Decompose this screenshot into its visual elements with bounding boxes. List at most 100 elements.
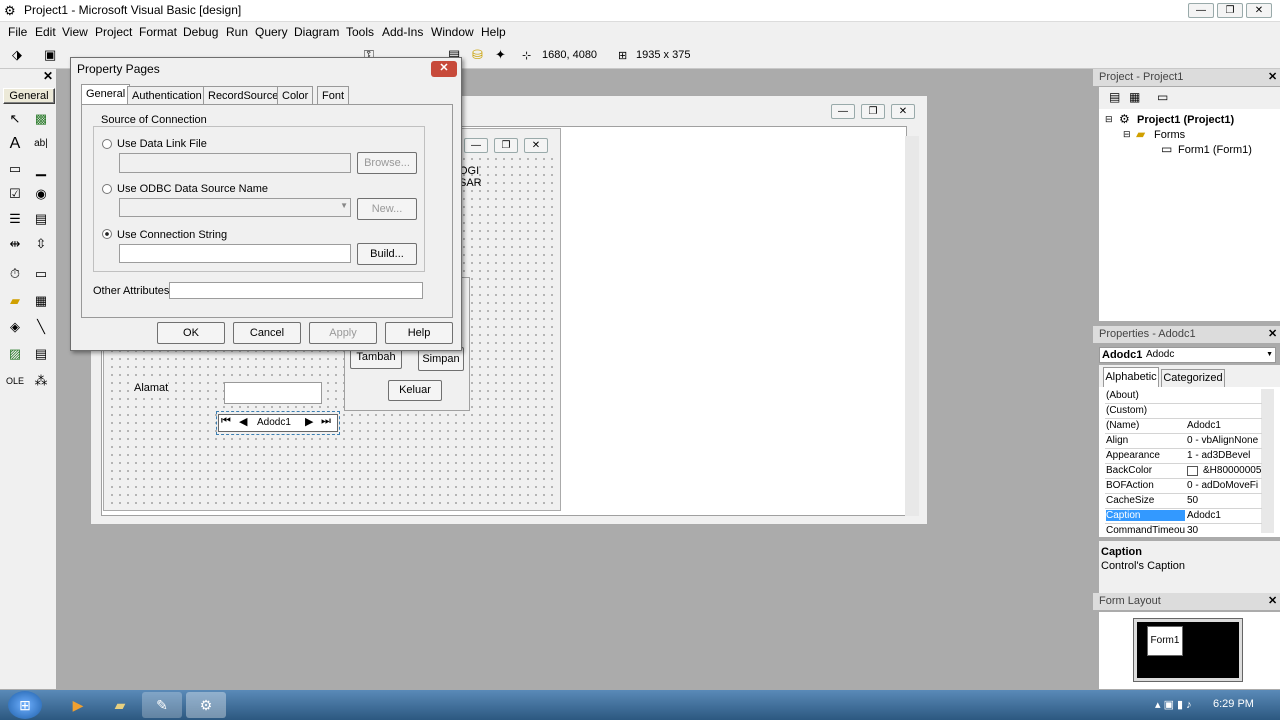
menu-debug[interactable]: Debug: [183, 25, 218, 39]
filelistbox-tool-icon[interactable]: ▦: [31, 291, 51, 311]
drivelistbox-tool-icon[interactable]: ▭: [31, 264, 51, 284]
tab-font[interactable]: Font: [317, 86, 350, 105]
prop-row[interactable]: BOFAction 0 - adDoMoveFi: [1105, 479, 1262, 494]
checkbox-tool-icon[interactable]: ☑: [5, 184, 25, 204]
minimize-icon[interactable]: —: [1188, 3, 1214, 18]
build-button[interactable]: Build...: [357, 243, 417, 265]
data-icon[interactable]: ⛁: [472, 47, 483, 63]
tab-color[interactable]: Color: [277, 86, 314, 105]
component-icon[interactable]: ✦: [495, 47, 506, 63]
connection-string-radio[interactable]: [102, 229, 112, 239]
tree-forms-folder[interactable]: Forms: [1154, 129, 1185, 141]
keluar-button[interactable]: Keluar: [388, 380, 442, 401]
line-tool-icon[interactable]: ╲: [31, 317, 51, 337]
prop-row[interactable]: (Name) Adodc1: [1105, 419, 1262, 434]
explorer-icon[interactable]: ▰: [100, 692, 140, 718]
tab-alphabetic[interactable]: Alphabetic: [1103, 367, 1159, 387]
close-icon[interactable]: ✕: [1246, 3, 1272, 18]
start-button-icon[interactable]: ⊞: [8, 691, 42, 719]
help-button[interactable]: Help: [385, 322, 453, 344]
prop-row[interactable]: CacheSize 50: [1105, 494, 1262, 509]
first-record-icon[interactable]: ⏮: [221, 415, 231, 428]
tray-icons[interactable]: ▴ ▣ ▮ ♪: [1155, 698, 1192, 711]
toggle-folders-icon[interactable]: ▭: [1157, 90, 1168, 104]
form-restore-icon[interactable]: ❐: [494, 138, 518, 153]
tab-general[interactable]: General: [81, 84, 131, 105]
tab-recordsource[interactable]: RecordSource: [203, 86, 284, 105]
prev-record-icon[interactable]: ◀: [239, 415, 247, 428]
odbc-select[interactable]: ▼: [119, 198, 351, 217]
tree-forms-expand-icon[interactable]: ⊟: [1123, 129, 1131, 140]
menu-format[interactable]: Format: [139, 25, 177, 39]
tree-form1[interactable]: Form1 (Form1): [1178, 144, 1252, 156]
menu-project[interactable]: Project: [95, 25, 132, 39]
prop-row-selected[interactable]: Caption Adodc1: [1105, 509, 1262, 524]
media-player-icon[interactable]: ▶: [58, 692, 98, 718]
properties-vscrollbar[interactable]: [1261, 389, 1274, 533]
picturebox-icon[interactable]: ▩: [31, 109, 51, 129]
properties-close-icon[interactable]: ✕: [1268, 327, 1277, 340]
textbox-tool-icon[interactable]: ab|: [31, 134, 51, 154]
ole-tool-icon[interactable]: OLE: [5, 371, 25, 391]
add-form-icon[interactable]: ▣: [44, 47, 56, 63]
optionbutton-tool-icon[interactable]: ◉: [31, 184, 51, 204]
listbox-tool-icon[interactable]: ▤: [31, 209, 51, 229]
commandbutton-tool-icon[interactable]: ▁: [31, 159, 51, 179]
apply-button[interactable]: Apply: [309, 322, 377, 344]
pointer-icon[interactable]: ↖: [5, 109, 25, 129]
designer-minimize-icon[interactable]: —: [831, 104, 855, 119]
designer-vscrollbar[interactable]: [905, 136, 919, 516]
taskbar-app-icon[interactable]: ✎: [142, 692, 182, 718]
timer-tool-icon[interactable]: ⏱: [5, 264, 25, 284]
last-record-icon[interactable]: ⏭: [321, 415, 331, 428]
designer-close-icon[interactable]: ✕: [891, 104, 915, 119]
frame-tool-icon[interactable]: ▭: [5, 159, 25, 179]
vscrollbar-tool-icon[interactable]: ⇳: [31, 234, 51, 254]
toolbox-tab-general[interactable]: General: [3, 88, 55, 104]
menu-help[interactable]: Help: [481, 25, 506, 39]
restore-icon[interactable]: ❐: [1217, 3, 1243, 18]
menu-query[interactable]: Query: [255, 25, 288, 39]
data-link-field[interactable]: [119, 153, 351, 173]
view-object-icon[interactable]: ▦: [1129, 90, 1140, 104]
add-project-icon[interactable]: ⬗: [12, 47, 22, 63]
object-selector[interactable]: Adodc1 Adodc ▼: [1099, 347, 1276, 363]
adodc-tool-icon[interactable]: ⁂: [31, 371, 51, 391]
hscrollbar-tool-icon[interactable]: ⇹: [5, 234, 25, 254]
other-attributes-input[interactable]: [169, 282, 423, 299]
data-link-radio[interactable]: [102, 139, 112, 149]
prop-row[interactable]: (About): [1105, 389, 1262, 404]
layout-form1[interactable]: Form1: [1147, 626, 1183, 656]
menu-file[interactable]: File: [8, 25, 27, 39]
tab-authentication[interactable]: Authentication: [127, 86, 207, 105]
new-button[interactable]: New...: [357, 198, 417, 220]
menu-edit[interactable]: Edit: [35, 25, 56, 39]
ok-button[interactable]: OK: [157, 322, 225, 344]
menu-tools[interactable]: Tools: [346, 25, 374, 39]
form-layout-close-icon[interactable]: ✕: [1268, 594, 1277, 607]
vb-taskbar-icon[interactable]: ⚙: [186, 692, 226, 718]
form-close-icon[interactable]: ✕: [524, 138, 548, 153]
browse-button[interactable]: Browse...: [357, 152, 417, 174]
designer-restore-icon[interactable]: ❐: [861, 104, 885, 119]
cancel-button[interactable]: Cancel: [233, 322, 301, 344]
image-tool-icon[interactable]: ▨: [5, 344, 25, 364]
tree-expand-icon[interactable]: ⊟: [1105, 114, 1113, 125]
data-tool-icon[interactable]: ▤: [31, 344, 51, 364]
menu-window[interactable]: Window: [431, 25, 474, 39]
prop-row[interactable]: Align 0 - vbAlignNone: [1105, 434, 1262, 449]
view-code-icon[interactable]: ▤: [1109, 90, 1120, 104]
form-minimize-icon[interactable]: —: [464, 138, 488, 153]
odbc-radio[interactable]: [102, 184, 112, 194]
tab-categorized[interactable]: Categorized: [1161, 369, 1225, 387]
menu-diagram[interactable]: Diagram: [294, 25, 339, 39]
menu-addins[interactable]: Add-Ins: [382, 25, 423, 39]
adodc-control[interactable]: ⏮ ◀ Adodc1 ▶ ⏭: [218, 414, 338, 432]
prop-row[interactable]: (Custom): [1105, 404, 1262, 419]
shape-tool-icon[interactable]: ◈: [5, 317, 25, 337]
project-close-icon[interactable]: ✕: [1268, 70, 1277, 83]
prop-row[interactable]: CommandTimeout 30: [1105, 524, 1262, 534]
prop-row[interactable]: BackColor &H80000005: [1105, 464, 1262, 479]
label-tool-icon[interactable]: A: [5, 134, 25, 154]
tree-project-root[interactable]: Project1 (Project1): [1137, 114, 1234, 126]
